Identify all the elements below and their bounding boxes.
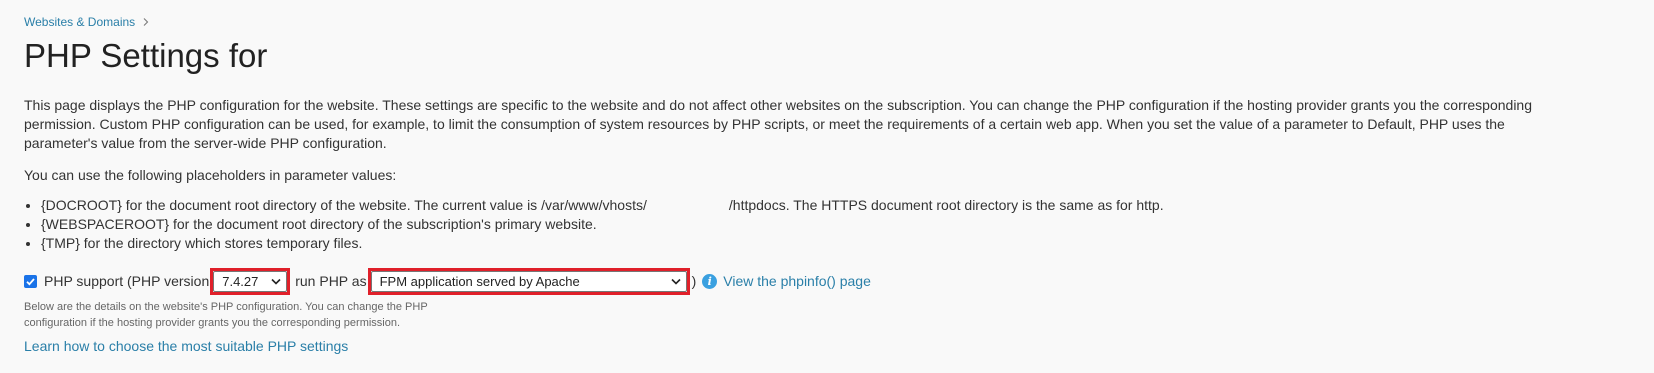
learn-php-settings-row: Learn how to choose the most suitable PH… (24, 337, 1630, 355)
php-version-value: 7.4.27 (222, 273, 259, 289)
run-php-as-label: run PHP as (295, 273, 367, 289)
breadcrumb: Websites & Domains (24, 15, 1630, 29)
placeholder-webspaceroot: {WEBSPACEROOT} for the document root dir… (41, 215, 1630, 234)
chevron-down-icon (671, 278, 681, 285)
php-handler-value: FPM application served by Apache (379, 273, 580, 289)
php-support-label: PHP support (PHP version (44, 273, 210, 289)
checkmark-icon (26, 277, 35, 286)
php-support-checkbox[interactable] (24, 274, 37, 288)
page-title: PHP Settings for (24, 37, 268, 74)
placeholder-docroot-text-after: /httpdocs. The HTTPS document root direc… (728, 197, 1164, 213)
placeholder-docroot: {DOCROOT} for the document root director… (41, 196, 1630, 215)
placeholders-intro: You can use the following placeholders i… (24, 167, 397, 183)
php-config-hint: Below are the details on the website's P… (24, 301, 428, 329)
closing-paren: ) (691, 273, 697, 289)
view-phpinfo-link[interactable]: View the phpinfo() page (723, 273, 871, 289)
placeholder-tmp: {TMP} for the directory which stores tem… (41, 234, 1630, 253)
info-icon: i (702, 273, 718, 289)
php-support-row: PHP support (PHP version 7.4.27 run PHP … (24, 266, 1630, 296)
chevron-down-icon (271, 278, 281, 285)
page-description: This page displays the PHP configuration… (24, 97, 1533, 151)
chevron-right-icon (141, 17, 151, 27)
php-version-highlight: 7.4.27 (210, 267, 291, 295)
php-handler-select[interactable]: FPM application served by Apache (370, 270, 687, 292)
php-settings-page: Websites & Domains PHP Settings for This… (0, 0, 1654, 373)
breadcrumb-websites-domains[interactable]: Websites & Domains (24, 15, 135, 29)
placeholder-docroot-text-before: {DOCROOT} for the document root director… (41, 197, 647, 213)
php-handler-highlight: FPM application served by Apache (367, 267, 690, 295)
learn-php-settings-link[interactable]: Learn how to choose the most suitable PH… (24, 338, 348, 354)
placeholders-list: {DOCROOT} for the document root director… (24, 196, 1630, 253)
php-version-select[interactable]: 7.4.27 (213, 270, 288, 292)
